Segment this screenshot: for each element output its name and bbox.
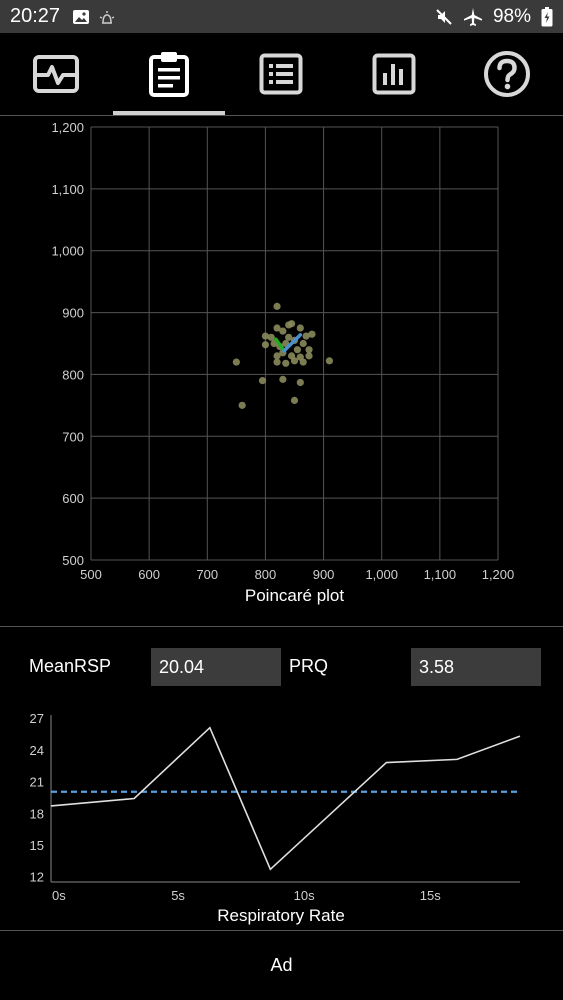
y-tick-label: 21 (30, 775, 44, 790)
data-point (305, 346, 313, 354)
data-point (238, 401, 246, 409)
mute-icon (436, 8, 452, 25)
respiratory-rate-chart: 27 24 21 18 15 12 0s 5s 10s 15s Respiratory Rate (0, 705, 563, 930)
heartbeat-monitor-icon (33, 55, 80, 93)
y-tick-label: 15 (30, 838, 44, 853)
poincare-chart: 500 600 700 800 900 1,000 1,100 1,200 500 600 700 8… (0, 116, 563, 626)
y-tick-label: 18 (30, 806, 44, 821)
help-icon (483, 51, 530, 97)
data-point (273, 302, 281, 310)
data-point (285, 333, 293, 341)
data-point (287, 320, 296, 328)
x-tick-label: 500 (80, 567, 102, 582)
data-point (299, 358, 307, 366)
battery-icon (541, 6, 553, 26)
battery-percentage: 98% (492, 5, 531, 27)
image-icon (73, 9, 90, 24)
status-right-group: 98% (435, 6, 553, 28)
y-tick-label: 1,200 (51, 120, 84, 135)
data-point (290, 396, 299, 405)
data-point (296, 324, 304, 332)
data-point (261, 332, 270, 340)
tab-statistics[interactable] (338, 33, 451, 115)
data-point (308, 330, 316, 338)
y-tick-label: 1,000 (51, 244, 84, 259)
respiratory-rate-svg: 27 24 21 18 15 12 0s 5s 10s 15s Respiratory Rate (30, 711, 521, 925)
data-point (293, 346, 302, 354)
data-point (279, 375, 287, 383)
data-point (305, 352, 313, 360)
tab-list[interactable] (225, 33, 338, 115)
status-bar: 20:27 98% (0, 0, 563, 33)
data-point (325, 357, 333, 365)
alarm-icon (99, 10, 115, 24)
status-time: 20:27 (10, 5, 61, 27)
y-tick-label: 500 (62, 553, 84, 568)
status-notification-icons (72, 9, 116, 25)
prq-value: 3.58 (411, 648, 541, 686)
x-tick-label: 900 (313, 567, 335, 582)
prq-label: PRQ (289, 656, 329, 676)
data-point (258, 377, 267, 385)
data-point (290, 357, 299, 365)
section-divider (0, 626, 563, 627)
mean-rsp-label: MeanRSP (29, 656, 112, 676)
tab-help[interactable] (450, 33, 563, 115)
respiratory-rate-line (50, 726, 521, 871)
data-point (282, 359, 290, 367)
data-point (279, 327, 287, 335)
stats-row: MeanRSP 20.04 PRQ 3.58 (0, 648, 563, 688)
ad-label: Ad (270, 955, 293, 975)
y-tick-label: 1,100 (51, 182, 84, 197)
y-tick-label: 24 (30, 743, 44, 758)
list-icon (259, 53, 303, 95)
x-tick-label: 10s (294, 888, 315, 903)
data-point (273, 358, 281, 366)
x-tick-label: 15s (420, 888, 441, 903)
poincare-plot-svg: 500 600 700 800 900 1,000 1,100 1,200 500 600 700 8… (51, 120, 515, 605)
mean-rsp-value: 20.04 (151, 648, 281, 686)
tab-clipboard[interactable] (112, 33, 226, 115)
data-point (296, 378, 304, 387)
airplane-icon (463, 7, 482, 26)
clipboard-icon (148, 52, 189, 97)
data-point (299, 339, 307, 348)
tab-bar (0, 33, 563, 115)
y-tick-label: 600 (62, 491, 84, 506)
y-tick-label: 800 (62, 367, 84, 382)
data-point (232, 358, 240, 366)
y-tick-label: 700 (62, 429, 84, 444)
ad-banner[interactable]: Ad (0, 931, 563, 1000)
x-tick-label: 1,100 (424, 567, 457, 582)
x-tick-label: 800 (255, 567, 277, 582)
y-tick-label: 12 (30, 870, 44, 885)
x-axis-label: Respiratory Rate (217, 906, 345, 925)
x-tick-label: 1,200 (482, 567, 515, 582)
x-axis-label: Poincaré plot (245, 586, 345, 605)
x-tick-label: 0s (52, 888, 66, 903)
data-point (261, 341, 270, 349)
y-tick-label: 900 (62, 306, 84, 321)
x-tick-label: 1,000 (365, 567, 398, 582)
y-tick-label: 27 (30, 711, 44, 726)
x-tick-label: 5s (171, 888, 185, 903)
x-tick-label: 600 (138, 567, 160, 582)
x-tick-label: 700 (196, 567, 218, 582)
bar-chart-icon (372, 53, 416, 95)
tab-monitor[interactable] (0, 33, 113, 115)
